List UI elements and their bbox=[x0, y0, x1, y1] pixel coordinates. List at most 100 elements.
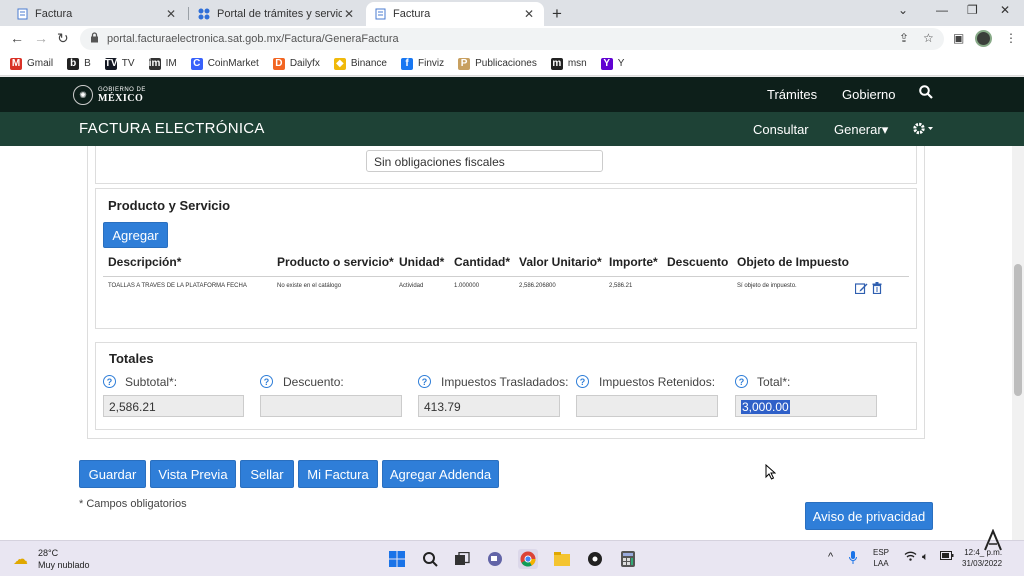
edit-icon[interactable] bbox=[854, 282, 868, 297]
portal-grid-icon bbox=[198, 8, 210, 20]
browser-tab-2[interactable]: Portal de trámites y servicios - SA ✕ bbox=[190, 2, 364, 26]
profile-avatar[interactable] bbox=[975, 30, 992, 47]
tab-search-chevron-icon[interactable]: ⌄ bbox=[898, 3, 908, 17]
browser-tab-3-active[interactable]: Factura ✕ bbox=[366, 2, 544, 26]
microphone-icon[interactable] bbox=[849, 551, 857, 567]
bookmark-msn[interactable]: m msn bbox=[550, 57, 587, 70]
sellar-button[interactable]: Sellar bbox=[240, 460, 294, 488]
column-header-producto: Producto o servicio* bbox=[277, 255, 394, 269]
bookmark-tv[interactable]: TV TV bbox=[104, 57, 135, 70]
bookmark-finviz[interactable]: f Finviz bbox=[400, 57, 445, 70]
bookmark-y[interactable]: YY bbox=[600, 57, 624, 70]
settings-gear-icon[interactable] bbox=[912, 121, 934, 139]
share-icon[interactable]: ⇪ bbox=[899, 31, 909, 45]
guardar-button[interactable]: Guardar bbox=[79, 460, 146, 488]
logo-line-2: MÉXICO bbox=[98, 92, 144, 104]
bookmark-gmail[interactable]: M Gmail bbox=[10, 57, 53, 70]
bookmark-coinmarket[interactable]: C CoinMarket bbox=[190, 57, 259, 70]
help-question-icon[interactable]: ? bbox=[418, 375, 431, 388]
teams-chat-icon[interactable] bbox=[485, 549, 505, 569]
page-scrollbar[interactable] bbox=[1012, 146, 1024, 540]
bookmark-publicaciones[interactable]: P Publicaciones bbox=[458, 57, 537, 70]
impuestos-trasladados-field[interactable]: 413.79 bbox=[418, 395, 560, 417]
back-arrow-icon[interactable]: ← bbox=[10, 30, 24, 46]
help-question-icon[interactable]: ? bbox=[735, 375, 748, 388]
lang-line-1: ESP bbox=[873, 548, 890, 557]
menu-kebab-icon[interactable]: ⋮ bbox=[1005, 31, 1017, 45]
tab-close-icon[interactable]: ✕ bbox=[164, 7, 178, 21]
tab-close-icon[interactable]: ✕ bbox=[342, 7, 356, 21]
scrollbar-thumb[interactable] bbox=[1014, 264, 1022, 396]
vista-previa-button[interactable]: Vista Previa bbox=[150, 460, 236, 488]
app-circle-icon[interactable] bbox=[585, 549, 605, 569]
weather-desc: Muy nublado bbox=[38, 560, 90, 570]
window-close-icon[interactable]: ✕ bbox=[1000, 3, 1010, 17]
bookmark-dailyfx[interactable]: D Dailyfx bbox=[272, 57, 320, 70]
bookmark-favicon-icon: m bbox=[550, 57, 563, 70]
bookmark-label: Finviz bbox=[417, 58, 445, 69]
total-field[interactable]: 3,000.00 bbox=[735, 395, 877, 417]
cell-cantidad: 1.000000 bbox=[454, 283, 480, 289]
forward-arrow-icon[interactable]: → bbox=[34, 30, 48, 46]
browser-tab-1[interactable]: Factura ✕ bbox=[8, 2, 186, 26]
bookmark-label: TV bbox=[121, 58, 135, 69]
lang-line-2: LAA bbox=[873, 559, 889, 568]
bookmark-binance[interactable]: ◆ Binance bbox=[333, 57, 387, 70]
bookmark-favicon-icon: im bbox=[148, 57, 161, 70]
bookmarks-bar: M Gmail b B TV TV im IM C CoinMarket D Dailyfx ◆ Bina… bbox=[0, 52, 1024, 76]
file-explorer-icon[interactable] bbox=[552, 549, 572, 569]
regimen-fiscal-select[interactable]: Sin obligaciones fiscales bbox=[366, 150, 603, 172]
document-icon bbox=[374, 8, 386, 20]
logo-line-1: GOBIERNO DE bbox=[98, 86, 146, 93]
windows-start-icon[interactable] bbox=[387, 549, 407, 569]
gobierno-logo[interactable]: ✺ GOBIERNO DE MÉXICO bbox=[73, 85, 146, 105]
agregar-addenda-button[interactable]: Agregar Addenda bbox=[382, 460, 499, 488]
keyboard-language[interactable]: ESP LAA bbox=[873, 547, 889, 569]
nav-gobierno-link[interactable]: Gobierno bbox=[842, 87, 895, 102]
descuento-field[interactable] bbox=[260, 395, 402, 417]
tab-separator bbox=[188, 7, 189, 20]
weather-widget[interactable]: ☁ 28°C Muy nublado bbox=[13, 547, 90, 571]
impuestos-retenidos-label: Impuestos Retenidos: bbox=[599, 375, 716, 389]
restore-icon[interactable]: ❐ bbox=[967, 3, 978, 17]
help-question-icon[interactable]: ? bbox=[576, 375, 589, 388]
mi-factura-button[interactable]: Mi Factura bbox=[298, 460, 378, 488]
bookmark-label: CoinMarket bbox=[207, 58, 259, 69]
address-bar[interactable]: portal.facturaelectronica.sat.gob.mx/Fac… bbox=[80, 28, 944, 50]
help-question-icon[interactable]: ? bbox=[103, 375, 116, 388]
bookmark-favicon-icon: ◆ bbox=[333, 57, 346, 70]
bookmark-b[interactable]: bB bbox=[67, 57, 91, 70]
bookmark-im[interactable]: im IM bbox=[148, 57, 177, 70]
bookmark-star-icon[interactable]: ☆ bbox=[923, 31, 934, 45]
task-view-icon[interactable] bbox=[452, 549, 472, 569]
help-question-icon[interactable]: ? bbox=[260, 375, 273, 388]
tray-chevron-up-icon[interactable]: ^ bbox=[828, 551, 833, 563]
generar-dropdown[interactable]: Generar▾ bbox=[834, 122, 888, 138]
battery-icon[interactable] bbox=[940, 551, 954, 563]
clock-date: 31/03/2022 bbox=[962, 559, 1003, 568]
consultar-link[interactable]: Consultar bbox=[753, 122, 809, 137]
chrome-icon[interactable] bbox=[518, 549, 538, 569]
calculator-icon[interactable] bbox=[618, 549, 638, 569]
wifi-icon[interactable] bbox=[904, 551, 917, 564]
impuestos-retenidos-field[interactable] bbox=[576, 395, 718, 417]
search-icon[interactable] bbox=[919, 85, 933, 102]
delete-trash-icon[interactable] bbox=[872, 282, 882, 297]
column-header-unidad: Unidad* bbox=[399, 255, 445, 269]
browser-tab-strip: Factura ✕ Portal de trámites y servicios… bbox=[0, 0, 1024, 26]
tab-title: Portal de trámites y servicios - SA bbox=[217, 8, 342, 20]
volume-icon[interactable]: 🔈︎ bbox=[922, 551, 929, 564]
lock-icon bbox=[90, 32, 99, 46]
taskbar-search-icon[interactable] bbox=[420, 549, 440, 569]
weather-temp: 28°C bbox=[38, 548, 59, 558]
nav-tramites-link[interactable]: Trámites bbox=[767, 87, 817, 102]
reload-icon[interactable]: ↻ bbox=[57, 30, 69, 47]
tab-close-icon[interactable]: ✕ bbox=[522, 7, 536, 21]
cell-descripcion: TOALLAS A TRAVES DE LA PLATAFORMA FECHA bbox=[108, 283, 247, 289]
subtotal-field[interactable]: 2,586.21 bbox=[103, 395, 244, 417]
side-panel-icon[interactable]: ▣ bbox=[953, 31, 964, 45]
agregar-concepto-button[interactable]: Agregar bbox=[103, 222, 168, 248]
new-tab-button[interactable]: + bbox=[552, 4, 562, 24]
aviso-privacidad-button[interactable]: Aviso de privacidad bbox=[805, 502, 933, 530]
minimize-icon[interactable]: — bbox=[936, 3, 948, 17]
